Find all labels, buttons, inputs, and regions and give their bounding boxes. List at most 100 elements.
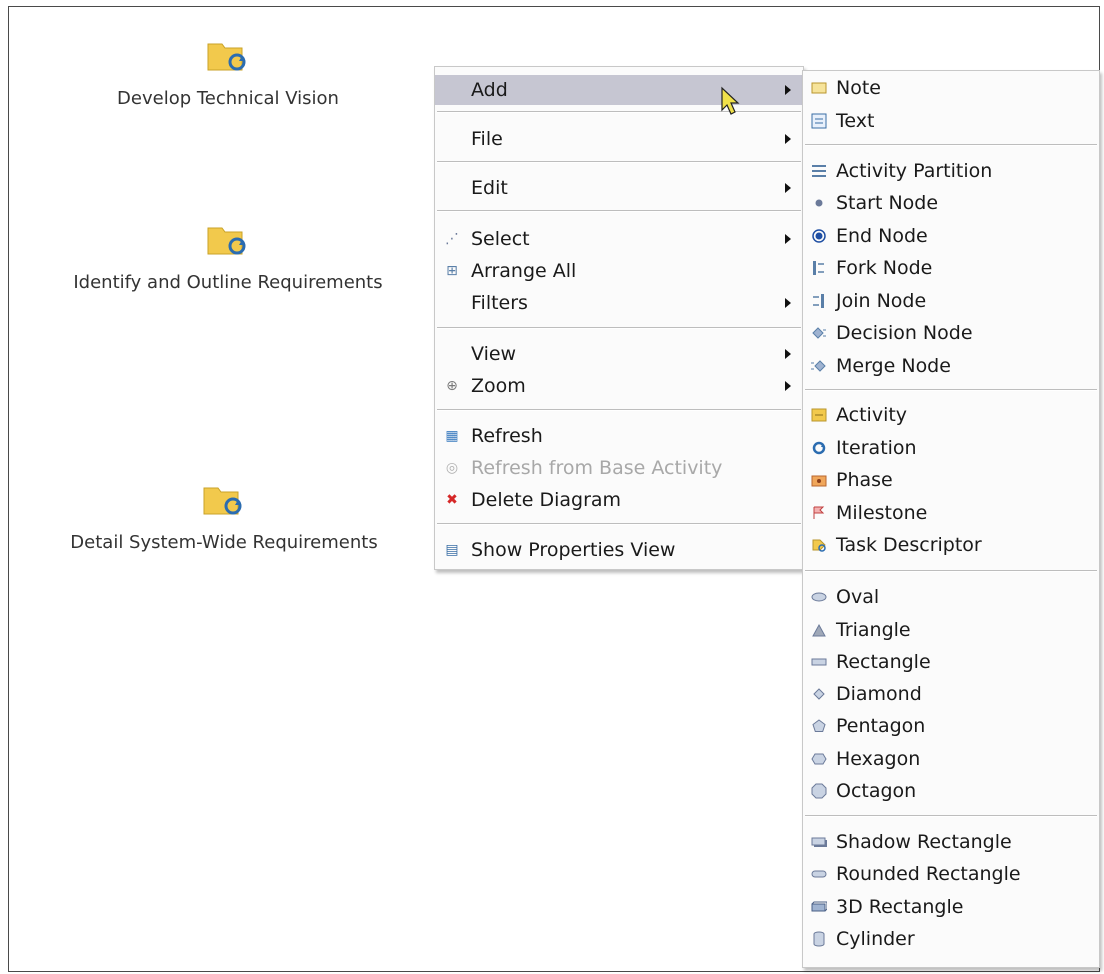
join-node-icon <box>810 292 828 310</box>
add-submenu: Note Text Activity Partition Start Node … <box>802 70 1100 968</box>
menu-item-show-properties[interactable]: ▤ Show Properties View <box>435 535 803 565</box>
submenu-item-pentagon[interactable]: Pentagon <box>803 711 1099 741</box>
menu-separator <box>805 389 1097 391</box>
submenu-item-label: Milestone <box>836 502 928 524</box>
octagon-icon <box>810 782 828 800</box>
submenu-arrow-icon <box>785 298 791 308</box>
rounded-rectangle-icon <box>810 865 828 883</box>
partition-icon <box>810 162 828 180</box>
submenu-item-start-node[interactable]: Start Node <box>803 188 1099 218</box>
submenu-item-label: Cylinder <box>836 928 915 950</box>
submenu-item-rectangle[interactable]: Rectangle <box>803 647 1099 677</box>
mouse-cursor-icon <box>721 86 740 115</box>
submenu-item-text[interactable]: Text <box>803 106 1099 136</box>
submenu-item-label: Rectangle <box>836 651 931 673</box>
submenu-arrow-icon <box>785 134 791 144</box>
submenu-item-fork-node[interactable]: Fork Node <box>803 253 1099 283</box>
submenu-item-activity-partition[interactable]: Activity Partition <box>803 156 1099 186</box>
arrange-icon: ⊞ <box>446 263 458 279</box>
activity-node[interactable]: Develop Technical Vision <box>88 38 368 109</box>
menu-item-refresh[interactable]: ▦ Refresh <box>435 421 803 451</box>
submenu-item-label: Start Node <box>836 192 939 214</box>
zoom-icon: ⊕ <box>446 378 458 394</box>
submenu-item-label: Hexagon <box>836 748 921 770</box>
submenu-item-end-node[interactable]: End Node <box>803 221 1099 251</box>
milestone-icon <box>810 504 828 522</box>
submenu-item-cylinder[interactable]: Cylinder <box>803 924 1099 954</box>
submenu-item-label: Fork Node <box>836 257 933 279</box>
activity-icon <box>810 406 828 424</box>
submenu-item-label: Merge Node <box>836 355 951 377</box>
iteration-icon <box>810 439 828 457</box>
submenu-item-activity[interactable]: Activity <box>803 400 1099 430</box>
menu-item-refresh-from-base: ◎ Refresh from Base Activity <box>435 453 803 483</box>
submenu-item-shadow-rectangle[interactable]: Shadow Rectangle <box>803 827 1099 857</box>
submenu-item-label: Phase <box>836 469 893 491</box>
properties-icon: ▤ <box>445 542 459 558</box>
submenu-item-3d-rectangle[interactable]: 3D Rectangle <box>803 892 1099 922</box>
submenu-item-merge-node[interactable]: Merge Node <box>803 351 1099 381</box>
delete-icon: ✖ <box>446 492 458 508</box>
triangle-icon <box>810 621 828 639</box>
submenu-item-label: Join Node <box>836 290 927 312</box>
menu-item-arrange-all[interactable]: ⊞ Arrange All <box>435 256 803 286</box>
refresh-icon: ▦ <box>445 428 459 444</box>
submenu-item-label: Note <box>836 77 881 99</box>
activity-folder-icon <box>206 38 250 74</box>
menu-item-label: Filters <box>471 292 528 314</box>
activity-node[interactable]: Identify and Outline Requirements <box>40 222 416 293</box>
menu-item-label: Edit <box>471 177 508 199</box>
menu-item-file[interactable]: File <box>435 124 803 154</box>
menu-item-edit[interactable]: Edit <box>435 173 803 203</box>
menu-item-select[interactable]: ⋰ Select <box>435 224 803 254</box>
submenu-item-join-node[interactable]: Join Node <box>803 286 1099 316</box>
select-icon: ⋰ <box>445 231 459 247</box>
submenu-item-label: Triangle <box>836 619 911 641</box>
menu-item-delete-diagram[interactable]: ✖ Delete Diagram <box>435 485 803 515</box>
menu-separator <box>437 111 801 113</box>
activity-node[interactable]: Detail System-Wide Requirements <box>34 482 414 553</box>
fork-node-icon <box>810 259 828 277</box>
submenu-item-label: Task Descriptor <box>836 534 982 556</box>
menu-separator <box>437 327 801 329</box>
menu-item-label: File <box>471 128 503 150</box>
submenu-item-diamond[interactable]: Diamond <box>803 679 1099 709</box>
node-label: Detail System-Wide Requirements <box>70 532 378 553</box>
context-menu: Add File Edit ⋰ Select ⊞ Arrange All Fil… <box>434 66 804 570</box>
text-icon <box>810 112 828 130</box>
diamond-icon <box>810 685 828 703</box>
menu-item-filters[interactable]: Filters <box>435 288 803 318</box>
submenu-item-phase[interactable]: Phase <box>803 465 1099 495</box>
submenu-item-label: Activity <box>836 404 908 426</box>
submenu-item-decision-node[interactable]: Decision Node <box>803 318 1099 348</box>
oval-icon <box>810 588 828 606</box>
submenu-item-label: 3D Rectangle <box>836 896 964 918</box>
submenu-item-octagon[interactable]: Octagon <box>803 776 1099 806</box>
3d-rectangle-icon <box>810 898 828 916</box>
submenu-item-note[interactable]: Note <box>803 73 1099 103</box>
menu-item-view[interactable]: View <box>435 339 803 369</box>
menu-separator <box>437 210 801 212</box>
shadow-rectangle-icon <box>810 833 828 851</box>
decision-node-icon <box>810 324 828 342</box>
refresh-base-icon: ◎ <box>445 460 459 476</box>
submenu-item-rounded-rectangle[interactable]: Rounded Rectangle <box>803 859 1099 889</box>
submenu-item-label: Decision Node <box>836 322 973 344</box>
task-descriptor-icon <box>810 536 828 554</box>
menu-item-label: Delete Diagram <box>471 489 622 511</box>
menu-item-label: Zoom <box>471 375 526 397</box>
phase-icon <box>810 471 828 489</box>
menu-item-zoom[interactable]: ⊕ Zoom <box>435 371 803 401</box>
submenu-arrow-icon <box>785 381 791 391</box>
submenu-item-iteration[interactable]: Iteration <box>803 433 1099 463</box>
cylinder-icon <box>810 930 828 948</box>
submenu-item-triangle[interactable]: Triangle <box>803 615 1099 645</box>
menu-item-add[interactable]: Add <box>435 75 803 105</box>
submenu-item-oval[interactable]: Oval <box>803 582 1099 612</box>
submenu-item-milestone[interactable]: Milestone <box>803 498 1099 528</box>
start-node-icon <box>810 194 828 212</box>
menu-item-label: Show Properties View <box>471 539 676 561</box>
submenu-item-hexagon[interactable]: Hexagon <box>803 744 1099 774</box>
menu-item-label: View <box>471 343 517 365</box>
submenu-item-task-descriptor[interactable]: Task Descriptor <box>803 530 1099 560</box>
